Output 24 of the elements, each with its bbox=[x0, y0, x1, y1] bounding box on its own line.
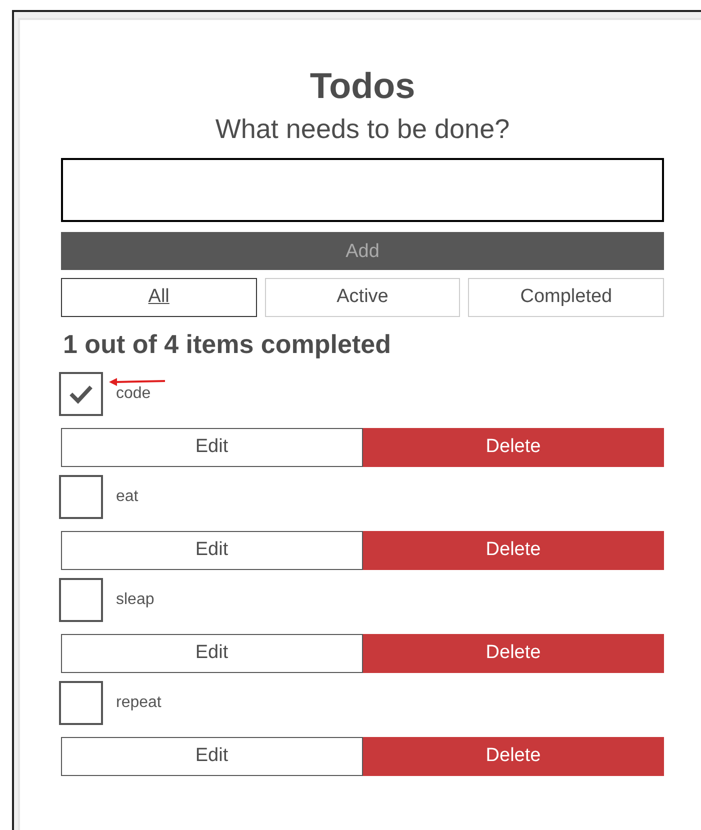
app-title: Todos bbox=[308, 64, 416, 108]
check-icon bbox=[69, 384, 93, 404]
arrow-annotation bbox=[109, 376, 165, 387]
delete-button[interactable]: Delete bbox=[362, 634, 664, 673]
delete-button[interactable]: Delete bbox=[362, 428, 664, 467]
todo-label: repeat bbox=[116, 692, 162, 713]
edit-button[interactable]: Edit bbox=[61, 634, 362, 673]
summary-heading: 1 out of 4 items completed bbox=[63, 328, 392, 360]
delete-button[interactable]: Delete bbox=[362, 736, 664, 776]
todo-label: eat bbox=[116, 486, 138, 507]
checkbox[interactable] bbox=[59, 578, 103, 622]
todo-label: sleap bbox=[116, 590, 154, 610]
checkbox[interactable] bbox=[59, 474, 103, 519]
todo-label: code bbox=[116, 384, 151, 404]
checkbox[interactable] bbox=[59, 680, 103, 725]
edit-button[interactable]: Edit bbox=[61, 530, 362, 570]
filter-tab[interactable]: All bbox=[61, 278, 257, 317]
filter-tab[interactable]: Active bbox=[264, 278, 460, 317]
edit-button[interactable]: Edit bbox=[61, 428, 362, 467]
filter-tab[interactable]: Completed bbox=[468, 278, 664, 317]
todo-input-field[interactable] bbox=[61, 158, 664, 222]
prompt-text: What needs to be done? bbox=[214, 113, 511, 146]
edit-button[interactable]: Edit bbox=[61, 736, 362, 776]
delete-button[interactable]: Delete bbox=[362, 530, 664, 570]
